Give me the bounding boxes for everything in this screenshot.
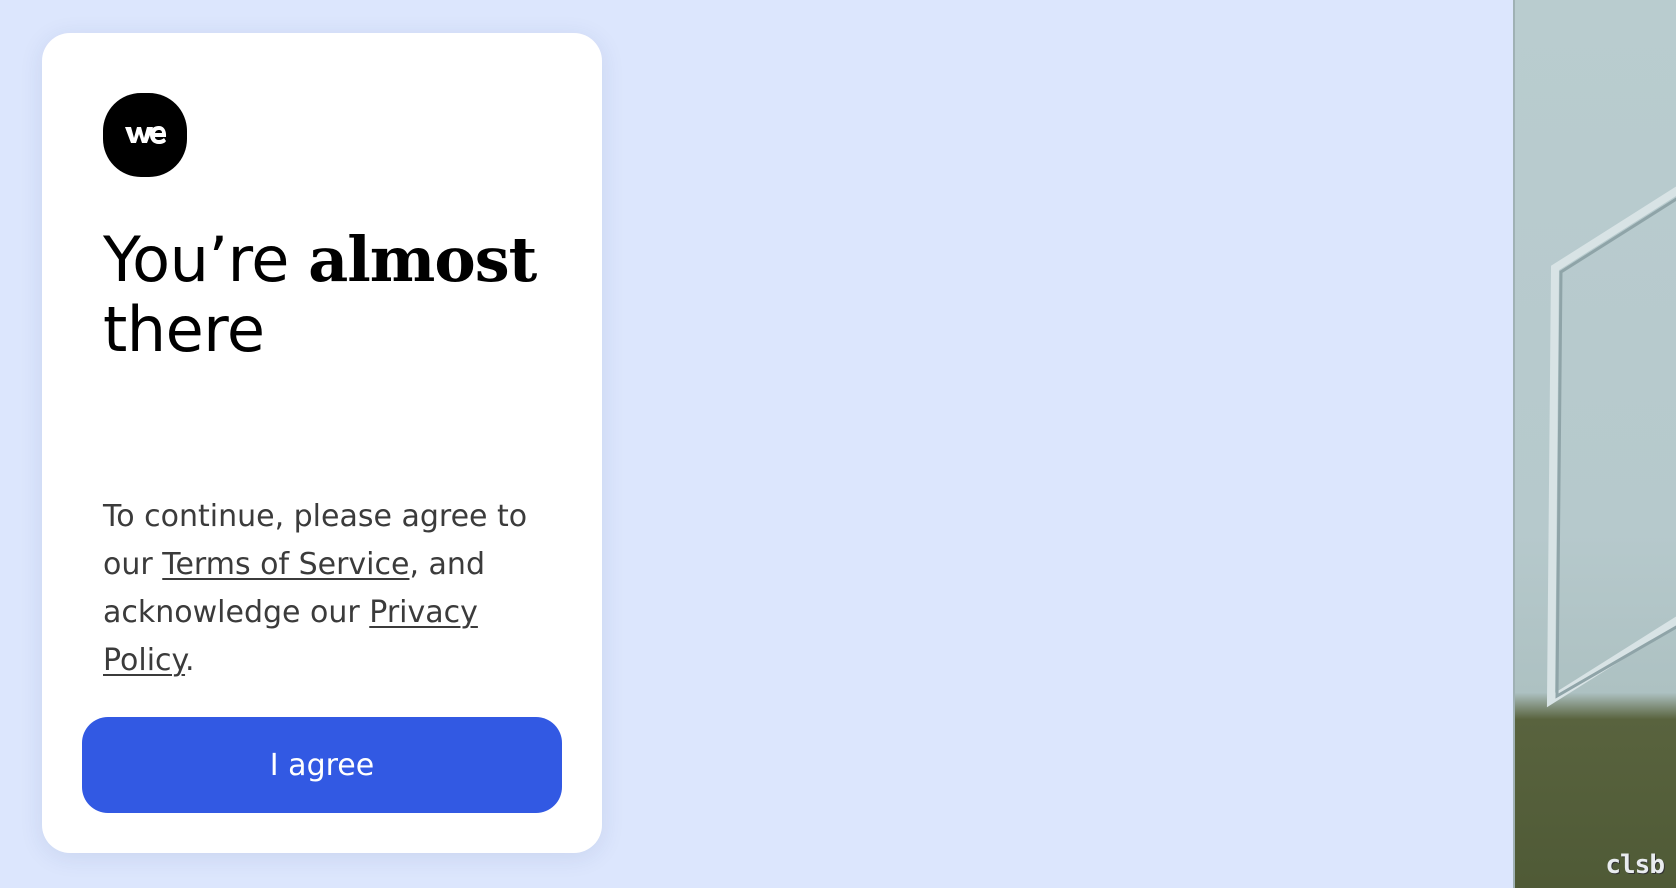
consent-text-after: .: [185, 643, 195, 678]
page: You’re almost there To continue, please a…: [0, 0, 1676, 888]
page-title: You’re almost there: [103, 225, 583, 365]
headline-part1: You’re: [103, 223, 309, 296]
headline-part2: there: [103, 293, 265, 366]
consent-card: You’re almost there To continue, please a…: [42, 33, 602, 853]
consent-text: To continue, please agree to our Terms o…: [103, 493, 543, 685]
wetransfer-logo-icon: [103, 93, 187, 177]
terms-of-service-link[interactable]: Terms of Service: [162, 547, 409, 582]
background-image: clsb: [1513, 0, 1676, 888]
headline-bold: almost: [308, 223, 537, 296]
watermark-text: clsb: [1605, 850, 1665, 880]
agree-button[interactable]: I agree: [82, 717, 562, 813]
